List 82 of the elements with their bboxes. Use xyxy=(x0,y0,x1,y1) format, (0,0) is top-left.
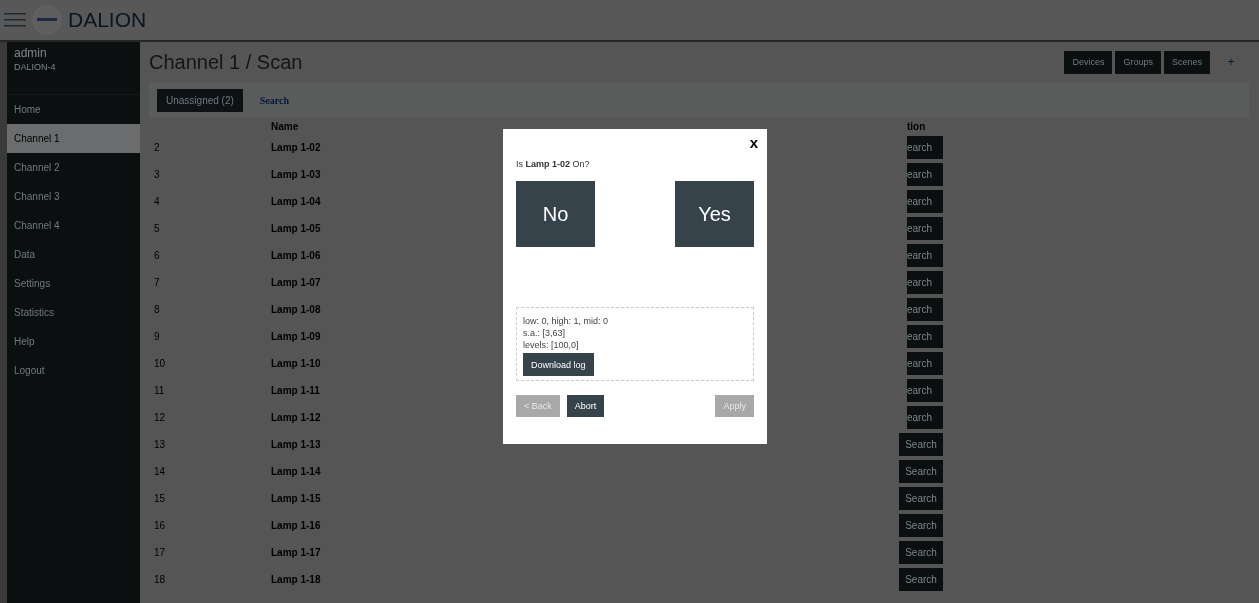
lamp-name: Lamp 1-16 xyxy=(271,519,321,533)
lamp-name: Lamp 1-17 xyxy=(271,546,321,560)
tab[interactable]: Unassigned (2) xyxy=(157,88,243,112)
sidebar-item[interactable]: Home xyxy=(7,95,140,124)
page-title: Channel 1 / Scan xyxy=(149,50,303,74)
row-number: 18 xyxy=(153,573,166,587)
search-button[interactable]: Search xyxy=(899,568,943,591)
search-button[interactable]: Search xyxy=(899,460,943,483)
row-number: 8 xyxy=(153,303,160,317)
row-number: 14 xyxy=(153,465,166,479)
lamp-name: Lamp 1-12 xyxy=(271,411,321,425)
view-button[interactable]: Groups xyxy=(1115,50,1161,74)
log-line: levels: [100,0] xyxy=(523,340,580,350)
lamp-name: Lamp 1-06 xyxy=(271,249,321,263)
search-button[interactable]: earch xyxy=(907,298,943,321)
row-number: 9 xyxy=(153,330,160,344)
sidebar-item[interactable]: Statistics xyxy=(7,298,140,327)
lamp-name: Lamp 1-15 xyxy=(271,492,321,506)
lamp-name: Lamp 1-03 xyxy=(271,168,321,182)
lamp-name: Lamp 1-09 xyxy=(271,330,321,344)
menu-icon[interactable] xyxy=(4,12,26,28)
answer-button[interactable]: Yes xyxy=(675,181,754,247)
search-button[interactable]: Search xyxy=(899,541,943,564)
row-number: 11 xyxy=(153,384,165,398)
lamp-name: Lamp 1-08 xyxy=(271,303,321,317)
search-button[interactable]: earch xyxy=(907,190,943,213)
logo-icon xyxy=(32,5,62,35)
search-button[interactable]: earch xyxy=(907,352,943,375)
log-line: s.a.: [3,63] xyxy=(523,328,567,338)
search-button[interactable]: earch xyxy=(907,244,943,267)
search-button[interactable]: earch xyxy=(907,379,943,402)
lamp-name: Lamp 1-04 xyxy=(271,195,321,209)
close-button[interactable]: x xyxy=(747,134,760,151)
search-button[interactable]: Search xyxy=(899,514,943,537)
sidebar-item[interactable]: Channel 3 xyxy=(7,182,140,211)
user-name: admin xyxy=(14,46,48,60)
view-button[interactable]: Scenes xyxy=(1163,50,1210,74)
row-number: 7 xyxy=(153,276,160,290)
lamp-name: Lamp 1-07 xyxy=(271,276,321,290)
brand-name: DALION xyxy=(68,8,147,32)
lamp-name: Lamp 1-10 xyxy=(271,357,321,371)
row-number: 5 xyxy=(153,222,160,236)
search-button[interactable]: Search xyxy=(899,487,943,510)
view-button[interactable]: Devices xyxy=(1064,50,1113,74)
row-number: 16 xyxy=(153,519,166,533)
dialog-question: Is Lamp 1-02 On? xyxy=(516,159,591,169)
sidebar-item[interactable]: Help xyxy=(7,327,140,356)
device-name: DALION-4 xyxy=(14,62,57,72)
lamp-name: Lamp 1-13 xyxy=(271,438,321,452)
search-button[interactable]: earch xyxy=(907,217,943,240)
row-number: 4 xyxy=(153,195,160,209)
sidebar-item[interactable]: Channel 2 xyxy=(7,153,140,182)
sidebar-item[interactable]: Channel 1 xyxy=(7,124,140,153)
search-button[interactable]: earch xyxy=(907,271,943,294)
lamp-name: Lamp 1-02 xyxy=(271,141,321,155)
sidebar-item[interactable]: Settings xyxy=(7,269,140,298)
sidebar-item[interactable]: Logout xyxy=(7,356,140,385)
search-button[interactable]: earch xyxy=(907,325,943,348)
row-number: 12 xyxy=(153,411,166,425)
row-number: 15 xyxy=(153,492,166,506)
row-number: 3 xyxy=(153,168,160,182)
row-number: 2 xyxy=(153,141,160,155)
row-number: 13 xyxy=(153,438,166,452)
sidebar-item[interactable]: Data xyxy=(7,240,140,269)
dialog-button[interactable]: Abort xyxy=(566,395,605,417)
search-button[interactable]: earch xyxy=(907,136,943,159)
log-line: low: 0, high: 1, mid: 0 xyxy=(523,316,610,326)
lamp-name: Lamp 1-18 xyxy=(271,573,321,587)
sidebar-item[interactable]: Channel 4 xyxy=(7,211,140,240)
search-button[interactable]: earch xyxy=(907,163,943,186)
row-number: 10 xyxy=(153,357,166,371)
download-button[interactable]: Download log xyxy=(523,353,594,376)
search-button[interactable]: earch xyxy=(907,406,943,429)
answer-button[interactable]: No xyxy=(516,181,595,247)
lamp-name: Lamp 1-11 xyxy=(271,384,320,398)
column-header: tion xyxy=(907,119,926,134)
column-header: Name xyxy=(271,119,299,134)
search-button[interactable]: Search xyxy=(899,433,943,456)
lamp-name: Lamp 1-14 xyxy=(271,465,321,479)
row-number: 6 xyxy=(153,249,160,263)
row-number: 17 xyxy=(153,546,166,560)
lamp-name: Lamp 1-05 xyxy=(271,222,321,236)
